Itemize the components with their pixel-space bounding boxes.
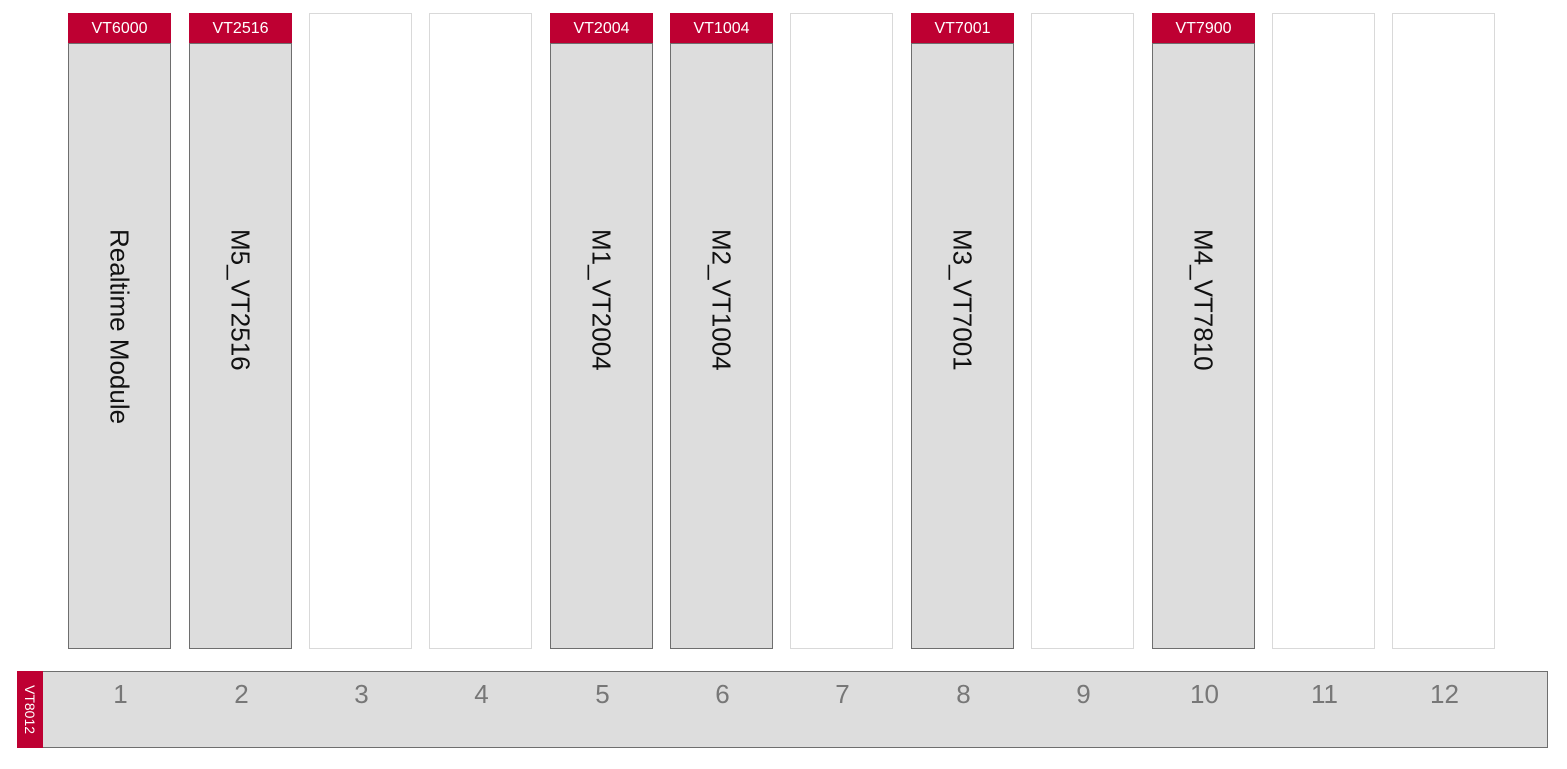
slot-number-7: 7	[835, 679, 850, 709]
slot-1-module[interactable]: VT6000 Realtime Module	[68, 13, 171, 649]
slot-5-module[interactable]: VT2004 M1_VT2004	[550, 13, 653, 649]
slot-3-empty[interactable]	[309, 13, 412, 649]
slot-number-9: 9	[1076, 679, 1091, 709]
module-name-label: Realtime Module	[104, 229, 135, 425]
slot-10-module[interactable]: VT7900 M4_VT7810	[1152, 13, 1255, 649]
slot-number-1: 1	[113, 679, 128, 709]
module-type-label: VT1004	[670, 13, 773, 44]
slot-number-12: 12	[1430, 679, 1459, 709]
module-name-label: M3_VT7001	[947, 229, 978, 371]
slot-number-2: 2	[234, 679, 249, 709]
module-name-label: M1_VT2004	[586, 229, 617, 371]
module-type-label: VT6000	[68, 13, 171, 44]
chassis-type-label: VT8012	[17, 671, 43, 748]
module-name-label: M4_VT7810	[1188, 229, 1219, 371]
slot-7-empty[interactable]	[790, 13, 893, 649]
slot-11-empty[interactable]	[1272, 13, 1375, 649]
slot-number-5: 5	[595, 679, 610, 709]
slot-number-4: 4	[474, 679, 489, 709]
module-type-label: VT2004	[550, 13, 653, 44]
module-type-label: VT7900	[1152, 13, 1255, 44]
module-name-label: M5_VT2516	[225, 229, 256, 371]
slot-number-3: 3	[354, 679, 369, 709]
slot-number-6: 6	[715, 679, 730, 709]
slot-number-8: 8	[956, 679, 971, 709]
slot-2-module[interactable]: VT2516 M5_VT2516	[189, 13, 292, 649]
slot-4-empty[interactable]	[429, 13, 532, 649]
slot-6-module[interactable]: VT1004 M2_VT1004	[670, 13, 773, 649]
slot-8-module[interactable]: VT7001 M3_VT7001	[911, 13, 1014, 649]
module-type-label: VT7001	[911, 13, 1014, 44]
slot-number-11: 11	[1311, 679, 1338, 709]
slot-number-10: 10	[1190, 679, 1219, 709]
module-type-label: VT2516	[189, 13, 292, 44]
chassis-backplane[interactable]: VT8012 1 2 3 4 5 6 7 8 9 10 11 12	[17, 671, 1548, 748]
module-name-label: M2_VT1004	[706, 229, 737, 371]
slot-12-empty[interactable]	[1392, 13, 1495, 649]
slot-9-empty[interactable]	[1031, 13, 1134, 649]
